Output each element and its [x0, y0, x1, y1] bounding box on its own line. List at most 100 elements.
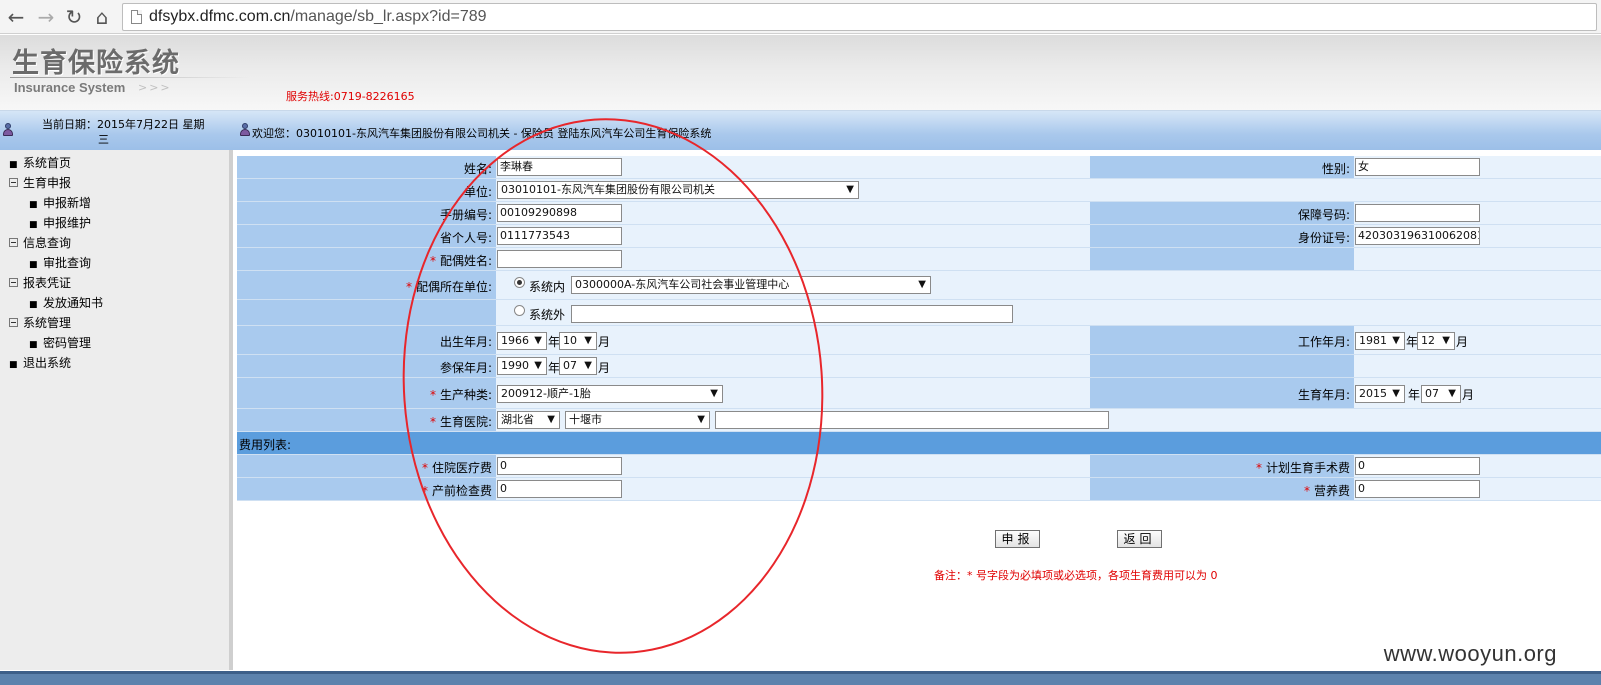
hospital-province-select[interactable]: 湖北省 ▼ [497, 411, 560, 429]
childbirth-month-select[interactable]: 07 ▼ [1421, 385, 1461, 403]
required-mark: * [405, 280, 412, 294]
address-bar[interactable]: dfsybx.dfmc.com.cn/manage/sb_lr.aspx?id=… [122, 3, 1597, 31]
outside-system-label: 系统外 [529, 308, 566, 322]
handbook-input[interactable]: 00109290898 [497, 204, 622, 222]
sidebar-item-reports[interactable]: 报表凭证 [9, 274, 71, 291]
label-cell: * 住院医疗费 [237, 455, 496, 477]
spouse-name-input[interactable] [497, 250, 622, 268]
spouse-unit-value: 0300000A-东风汽车公司社会事业管理中心 [575, 278, 790, 291]
label-cell: 姓名: [237, 156, 496, 178]
required-mark: * [429, 415, 436, 429]
required-note: 备注：* 号字段为必填项或必选项，各项生育费用可以为 0 [934, 569, 1218, 582]
form-row: * 产前检查费 0 * 营养费 0 [237, 478, 1601, 501]
submit-button[interactable]: 申报 [995, 530, 1040, 548]
birth-month-value: 10 [563, 334, 577, 347]
sidebar-item-new-declare[interactable]: ■ 申报新增 [29, 194, 91, 211]
form-row: * 生育医院: 湖北省 ▼ 十堰市 ▼ [237, 409, 1601, 432]
nutrition-input[interactable]: 0 [1355, 480, 1480, 498]
inside-system-radio[interactable] [514, 277, 525, 288]
family-plan-input[interactable]: 0 [1355, 457, 1480, 475]
sidebar-item-approval-query[interactable]: ■ 审批查询 [29, 254, 91, 271]
required-mark: * [429, 254, 436, 268]
outside-unit-input[interactable] [571, 305, 1013, 323]
value-cell: 0 [1354, 455, 1601, 477]
sidebar-item-maternity-declare[interactable]: 生育申报 [9, 174, 71, 191]
bullet-icon: ■ [29, 220, 38, 230]
production-type-select[interactable]: 200912-顺产-1胎 ▼ [497, 385, 723, 403]
sidebar-item-notice[interactable]: ■ 发放通知书 [29, 294, 103, 311]
sidebar-item-label: 申报新增 [43, 196, 92, 210]
sidebar-item-label: 审批查询 [43, 256, 92, 270]
sidebar-item-logout[interactable]: ■ 退出系统 [9, 354, 71, 371]
value-cell: 2015 ▼ 年 07 ▼ 月 [1354, 378, 1601, 408]
birth-month-select[interactable]: 10 ▼ [559, 332, 597, 350]
required-mark: * [421, 484, 428, 498]
bullet-icon: ■ [29, 260, 38, 270]
label-cell: 工作年月: [1090, 326, 1354, 354]
reload-icon[interactable]: ↻ [62, 5, 86, 29]
sidebar-item-system-admin[interactable]: 系统管理 [9, 314, 71, 331]
hospital-name-input[interactable] [715, 411, 1109, 429]
gender-label: 性别: [1321, 162, 1350, 176]
security-input[interactable] [1355, 204, 1480, 222]
work-month-value: 12 [1421, 334, 1435, 347]
home-icon[interactable]: ⌂ [90, 5, 114, 29]
back-arrow-icon[interactable]: ← [4, 5, 28, 29]
birth-year-value: 1966 [501, 334, 529, 347]
sidebar-item-label: 发放通知书 [43, 296, 104, 310]
form-row: 参保年月: 1990 ▼ 年 07 ▼ 月 [237, 355, 1601, 378]
prenatal-input[interactable]: 0 [497, 480, 622, 498]
birth-label: 出生年月: [439, 335, 492, 349]
collapse-icon[interactable] [9, 278, 18, 287]
collapse-icon[interactable] [9, 318, 18, 327]
dropdown-arrow-icon: ▼ [584, 335, 592, 346]
label-cell: * 生育医院: [237, 409, 496, 431]
childbirth-year-select[interactable]: 2015 ▼ [1355, 385, 1405, 403]
back-button[interactable]: 返回 [1117, 530, 1162, 548]
hospital-city-select[interactable]: 十堰市 ▼ [565, 411, 710, 429]
work-year-value: 1981 [1359, 334, 1387, 347]
dropdown-arrow-icon: ▼ [547, 414, 555, 425]
birth-year-select[interactable]: 1966 ▼ [497, 332, 547, 350]
dropdown-arrow-icon: ▼ [584, 360, 592, 371]
sidebar-item-info-query[interactable]: 信息查询 [9, 234, 71, 251]
province-id-label: 省个人号: [439, 231, 492, 245]
user-icon [3, 123, 13, 137]
collapse-icon[interactable] [9, 178, 18, 187]
outside-system-radio[interactable] [514, 305, 525, 316]
gender-input[interactable]: 女 [1355, 158, 1480, 176]
required-mark: * [1303, 484, 1310, 498]
inpatient-label: 住院医疗费 [431, 461, 492, 475]
url-text: dfsybx.dfmc.com.cn/manage/sb_lr.aspx?id=… [149, 8, 487, 26]
spouse-unit-select[interactable]: 0300000A-东风汽车公司社会事业管理中心 ▼ [571, 276, 931, 294]
form-row: * 住院医疗费 0 * 计划生育手术费 0 [237, 455, 1601, 478]
value-cell: 系统内 0300000A-东风汽车公司社会事业管理中心 ▼ [496, 271, 1601, 299]
sidebar-item-password[interactable]: ■ 密码管理 [29, 334, 91, 351]
province-id-input[interactable]: 0111773543 [497, 227, 622, 245]
value-cell [1354, 202, 1601, 224]
sidebar-item-maintain-declare[interactable]: ■ 申报维护 [29, 214, 91, 231]
required-mark: * [421, 461, 428, 475]
year-unit: 年 [1408, 388, 1421, 402]
collapse-icon[interactable] [9, 238, 18, 247]
sidebar-item-label: 密码管理 [43, 336, 92, 350]
sidebar-item-home[interactable]: ■ 系统首页 [9, 154, 71, 171]
forward-arrow-icon[interactable]: → [34, 5, 58, 29]
form-row: 姓名: 李琳春 性别: 女 [237, 156, 1601, 179]
inpatient-input[interactable]: 0 [497, 457, 622, 475]
header-divider [10, 77, 250, 78]
name-input[interactable]: 李琳春 [497, 158, 622, 176]
required-mark: * [1255, 461, 1262, 475]
insured-year-select[interactable]: 1990 ▼ [497, 357, 547, 375]
bottom-bar [0, 671, 1601, 685]
dropdown-arrow-icon: ▼ [918, 279, 926, 290]
label-cell: 参保年月: [237, 355, 496, 377]
url-host: dfsybx.dfmc.com.cn [149, 8, 291, 25]
work-month-select[interactable]: 12 ▼ [1417, 332, 1455, 350]
work-year-select[interactable]: 1981 ▼ [1355, 332, 1405, 350]
idcard-input[interactable]: 420303196310062081 [1355, 227, 1480, 245]
value-cell: 女 [1354, 156, 1601, 178]
sidebar-item-label: 系统首页 [23, 156, 72, 170]
insured-month-select[interactable]: 07 ▼ [559, 357, 597, 375]
unit-select[interactable]: 03010101-东风汽车集团股份有限公司机关 ▼ [497, 181, 859, 199]
